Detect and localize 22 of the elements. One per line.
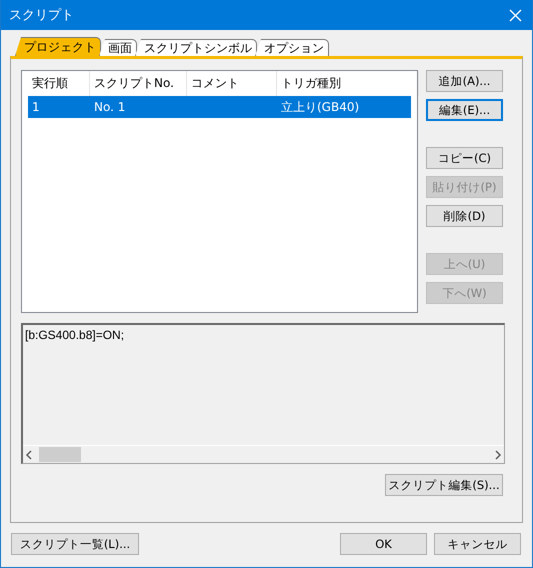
script-text-area[interactable]: [b:GS400.b8]=ON; xyxy=(21,323,505,464)
tab[interactable]: オプション xyxy=(255,39,329,56)
tab[interactable]: プロジェクト xyxy=(15,37,101,56)
table-cell-text: 1 xyxy=(31,99,41,116)
list-row[interactable]: 1 No. 1 立上り(GB40) xyxy=(28,96,411,118)
action-button[interactable]: 追加(A)... xyxy=(426,70,503,92)
table-cell-text: No. 1 xyxy=(93,99,126,116)
script-list-button[interactable]: スクリプト一覧(L)... xyxy=(11,533,139,555)
tab[interactable]: 画面 xyxy=(99,39,137,56)
horizontal-scrollbar[interactable] xyxy=(23,445,504,463)
action-button[interactable]: 編集(E)... xyxy=(426,99,503,121)
close-icon[interactable] xyxy=(509,8,522,22)
window-title: スクリプト xyxy=(9,7,74,24)
script-edit-button[interactable]: スクリプト編集(S)... xyxy=(385,474,503,496)
action-button[interactable]: コピー(C) xyxy=(426,147,503,169)
tab[interactable]: スクリプトシンボル xyxy=(135,39,257,56)
script-text: [b:GS400.b8]=ON; xyxy=(24,327,126,344)
action-button[interactable]: 削除(D) xyxy=(426,205,503,227)
cancel-button[interactable]: キャンセル xyxy=(434,533,521,555)
table-cell-text: 立上り(GB40) xyxy=(280,98,360,116)
scrollbar-thumb[interactable] xyxy=(39,447,81,462)
ok-button[interactable]: OK xyxy=(340,533,427,555)
